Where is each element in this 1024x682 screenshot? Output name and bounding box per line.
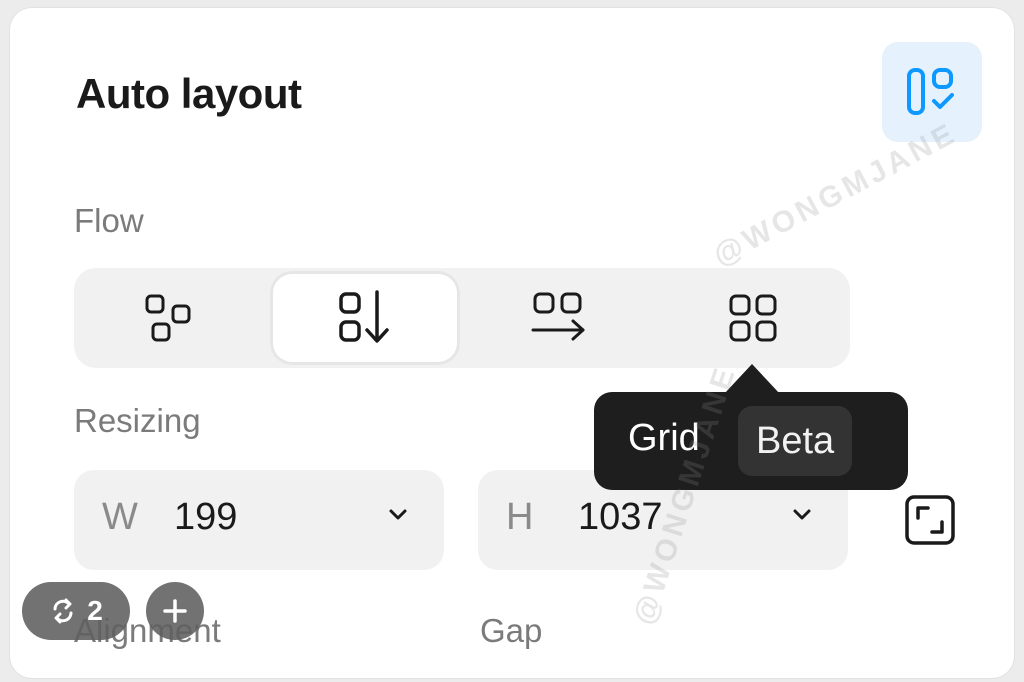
add-button[interactable] [146, 582, 204, 640]
clip-content-button[interactable] [904, 494, 956, 546]
grid-layout-icon [729, 294, 777, 342]
auto-layout-suggestion-button[interactable] [882, 42, 982, 142]
flow-option-grid[interactable] [658, 268, 848, 368]
auto-layout-panel: Auto layout Flow Resizing W 199 H 1037 G… [10, 8, 1014, 678]
variant-count-pill[interactable]: 2 [22, 582, 130, 640]
chevron-down-icon[interactable] [792, 508, 812, 522]
flow-option-freeform[interactable] [74, 268, 264, 368]
gap-label: Gap [480, 612, 543, 649]
freeform-layout-icon [145, 294, 191, 342]
flow-option-vertical[interactable] [270, 271, 460, 365]
plus-icon [163, 599, 187, 623]
chevron-down-icon[interactable] [388, 508, 408, 522]
resizing-label: Resizing [74, 402, 201, 439]
resize-corners-icon [905, 495, 955, 545]
width-value[interactable]: 199 [174, 496, 237, 539]
tooltip-arrow [724, 364, 780, 394]
flow-option-horizontal[interactable] [464, 268, 654, 368]
horizontal-layout-icon [531, 292, 585, 341]
panel-title: Auto layout [76, 70, 302, 117]
variant-count: 2 [87, 595, 103, 626]
height-axis-label: H [506, 496, 534, 538]
height-value[interactable]: 1037 [578, 496, 663, 539]
auto-layout-suggestion-icon [907, 68, 954, 115]
vertical-layout-icon [339, 290, 389, 343]
grid-tooltip: Grid Beta [594, 392, 908, 490]
flow-label: Flow [74, 202, 144, 239]
flow-segmented-control [74, 268, 850, 368]
width-field[interactable]: W 199 [74, 470, 444, 570]
repeat-icon [53, 598, 73, 624]
width-axis-label: W [102, 496, 138, 538]
beta-badge: Beta [738, 406, 853, 476]
tooltip-text: Grid [628, 417, 700, 459]
